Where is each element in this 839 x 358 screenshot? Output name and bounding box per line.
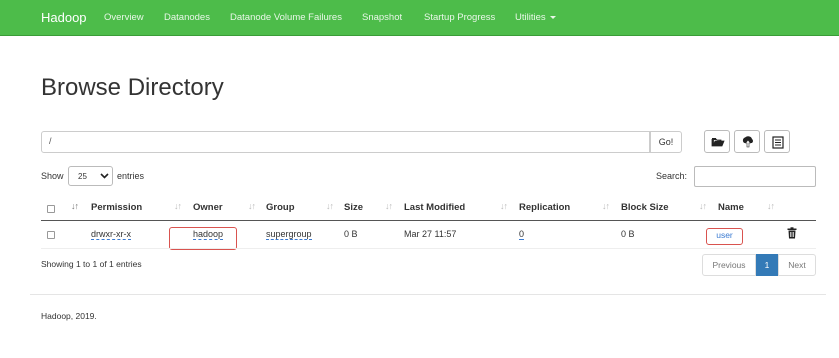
sort-icon[interactable]: ↓↑ — [385, 201, 393, 211]
create-directory-button[interactable] — [704, 130, 730, 153]
folder-open-icon — [711, 138, 725, 147]
sort-icon[interactable]: ↓↑ — [602, 201, 610, 211]
directory-path-input[interactable]: / — [41, 131, 650, 153]
trash-icon[interactable] — [787, 227, 797, 239]
cell-owner[interactable]: hadoop — [193, 229, 224, 240]
column-header-size[interactable]: Size — [344, 202, 363, 213]
caret-down-icon — [549, 15, 556, 19]
row-divider — [41, 248, 816, 249]
previous-button[interactable]: Previous — [702, 254, 756, 276]
nav-utilities[interactable]: Utilities — [515, 12, 556, 23]
footer-divider — [30, 294, 826, 295]
column-header-replication[interactable]: Replication — [519, 202, 570, 213]
list-icon — [772, 136, 784, 149]
upload-button[interactable] — [734, 130, 760, 153]
search-input[interactable] — [694, 166, 816, 187]
next-button[interactable]: Next — [778, 254, 816, 276]
sort-icon[interactable]: ↓↑ — [326, 201, 334, 211]
column-header-owner[interactable]: Owner — [193, 202, 223, 213]
column-header-name[interactable]: Name — [718, 202, 744, 213]
cell-permission[interactable]: drwxr-xr-x — [91, 229, 131, 240]
cell-name-link[interactable]: user — [706, 230, 743, 240]
column-header-permission[interactable]: Permission — [91, 202, 142, 213]
nav-utilities-label: Utilities — [515, 12, 546, 23]
nav-datanode-volume-failures[interactable]: Datanode Volume Failures — [230, 12, 342, 23]
page-length-select[interactable]: 25 — [68, 166, 113, 186]
nav-snapshot[interactable]: Snapshot — [362, 12, 402, 23]
cell-block-size: 0 B — [621, 229, 635, 239]
upload-icon — [742, 136, 753, 148]
navbar: Hadoop Overview Datanodes Datanode Volum… — [0, 0, 839, 36]
row-checkbox[interactable] — [47, 231, 55, 239]
cell-size: 0 B — [344, 229, 358, 239]
sort-icon[interactable]: ↓↑ — [500, 201, 508, 211]
select-all-checkbox[interactable] — [47, 205, 55, 213]
header-divider — [41, 220, 816, 221]
cell-last-modified: Mar 27 11:57 — [404, 229, 457, 239]
show-label: Show — [41, 171, 64, 181]
nav-overview[interactable]: Overview — [104, 12, 144, 23]
footer-text: Hadoop, 2019. — [41, 311, 97, 321]
cell-group[interactable]: supergroup — [266, 229, 312, 240]
sort-icon[interactable]: ↓↑ — [767, 201, 775, 211]
nav-datanodes[interactable]: Datanodes — [164, 12, 210, 23]
page-title: Browse Directory — [41, 74, 224, 101]
column-header-last-modified[interactable]: Last Modified — [404, 202, 465, 213]
search-label: Search: — [656, 171, 688, 181]
brand-link[interactable]: Hadoop — [41, 10, 87, 25]
go-button[interactable]: Go! — [650, 131, 682, 153]
sort-icon[interactable]: ↓↑ — [248, 201, 256, 211]
column-header-block-size[interactable]: Block Size — [621, 202, 669, 213]
cell-replication[interactable]: 0 — [519, 229, 525, 240]
sort-asc-icon[interactable]: ↓↑ — [71, 201, 79, 211]
page-length-value: 25 — [78, 172, 87, 181]
table-info: Showing 1 to 1 of 1 entries — [41, 259, 142, 269]
nav-startup-progress[interactable]: Startup Progress — [424, 12, 495, 23]
chevron-down-icon — [100, 173, 109, 179]
column-header-group[interactable]: Group — [266, 202, 295, 213]
sort-icon[interactable]: ↓↑ — [174, 201, 182, 211]
entries-label: entries — [117, 171, 145, 181]
cut-paste-button[interactable] — [764, 130, 790, 153]
page-1-button[interactable]: 1 — [756, 254, 778, 276]
sort-icon[interactable]: ↓↑ — [699, 201, 707, 211]
